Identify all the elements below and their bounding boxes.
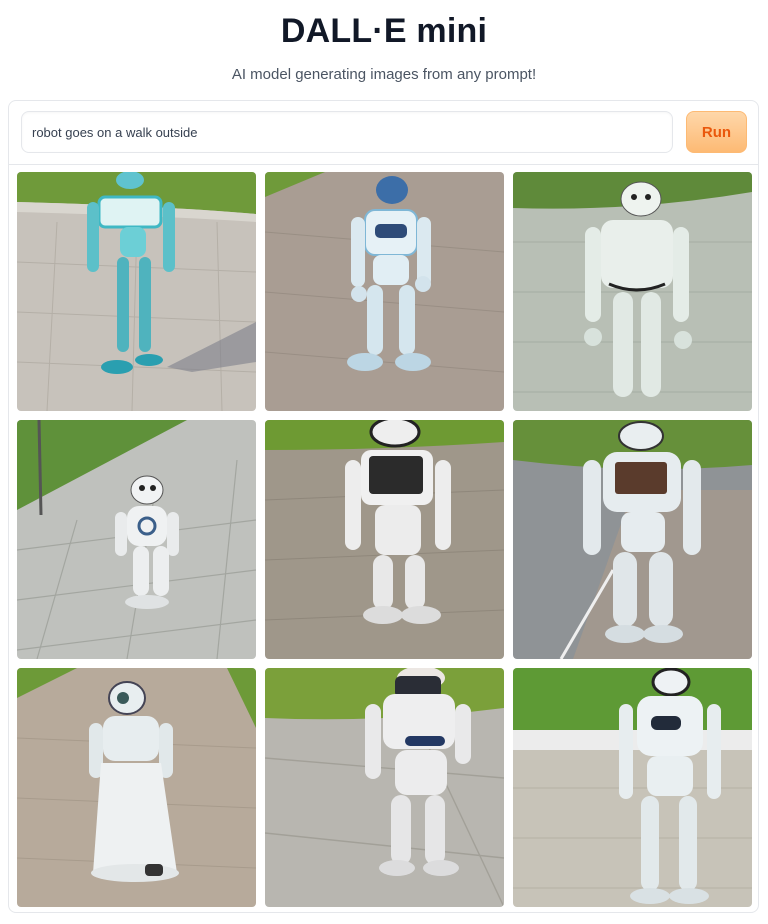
page-subtitle: AI model generating images from any prom… [231, 66, 537, 83]
prompt-input[interactable] [21, 111, 673, 153]
generated-image-5[interactable] [265, 420, 504, 659]
generated-image-4[interactable] [17, 420, 256, 659]
generated-image-2[interactable] [265, 172, 504, 411]
run-button[interactable]: Run [686, 111, 747, 153]
generated-image-9[interactable] [513, 668, 752, 907]
prompt-row: Run [9, 101, 758, 165]
generated-image-7[interactable] [17, 668, 256, 907]
generated-image-1[interactable] [17, 172, 256, 411]
page-title: DALL·E mini [280, 12, 488, 50]
header: DALL·E mini AI model generating images f… [0, 0, 768, 100]
image-gallery [17, 172, 752, 907]
generated-image-6[interactable] [513, 420, 752, 659]
generated-image-8[interactable] [265, 668, 504, 907]
generator-panel: Run [8, 100, 759, 913]
generated-image-3[interactable] [513, 172, 752, 411]
